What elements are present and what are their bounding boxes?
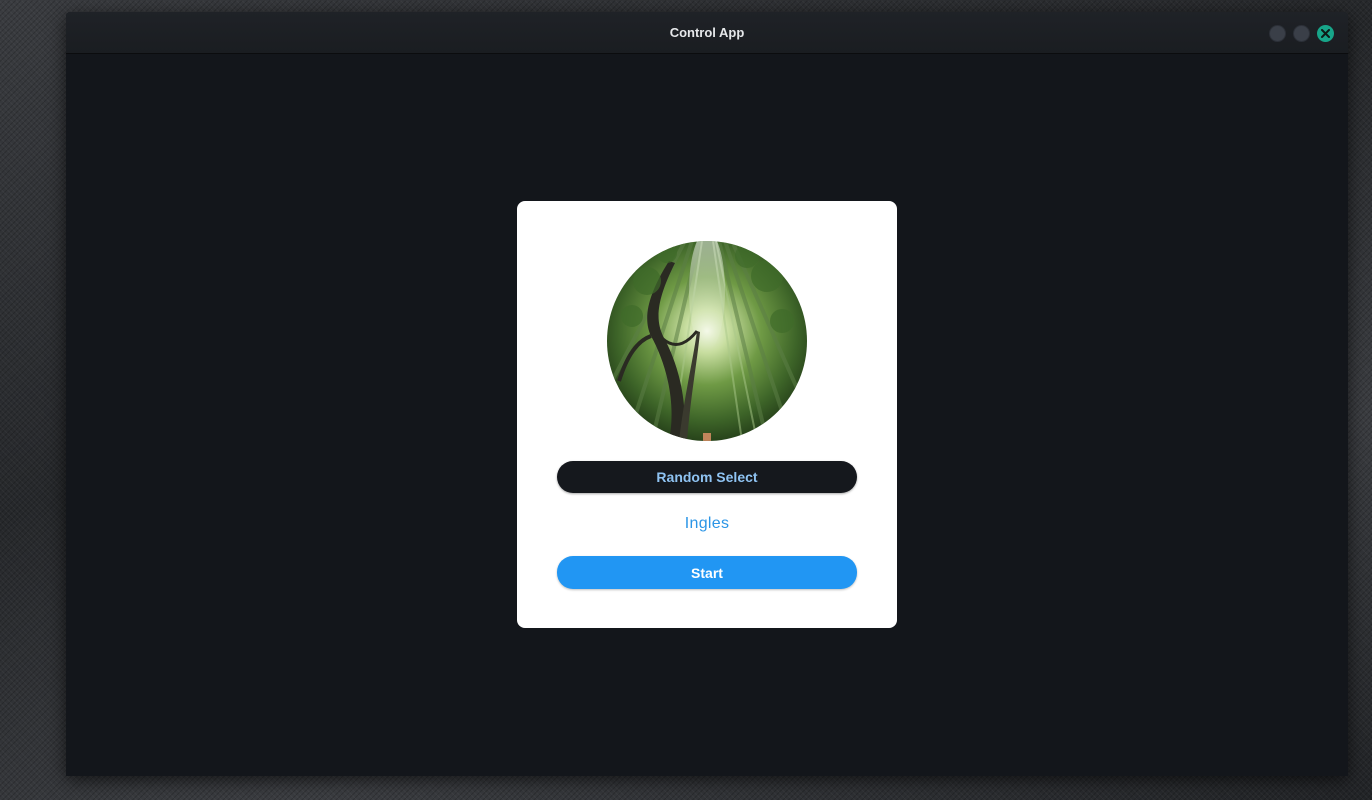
selected-language-label: Ingles [684,515,730,532]
start-button[interactable]: Start [557,556,857,589]
bamboo-forest-image [607,241,807,441]
selection-card: Random Select Ingles Start [517,201,897,628]
app-window: Control App Random Select Ingles Start [66,12,1348,776]
minimize-button[interactable] [1269,25,1286,42]
close-button[interactable] [1317,25,1334,42]
maximize-button[interactable] [1293,25,1310,42]
close-icon [1321,29,1330,38]
window-title: Control App [669,25,745,40]
title-bar[interactable]: Control App [66,12,1348,54]
random-select-button[interactable]: Random Select [557,461,857,493]
